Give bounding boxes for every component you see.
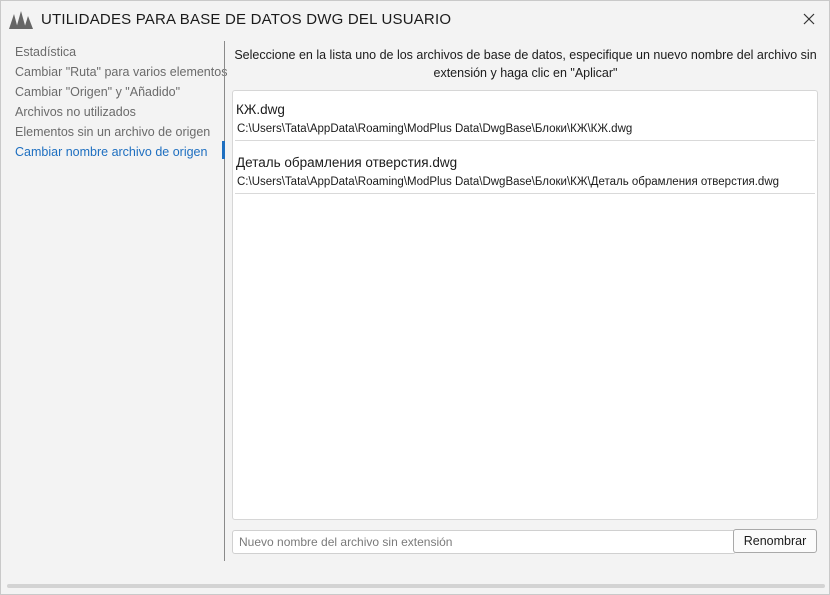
- new-name-input[interactable]: [232, 530, 736, 554]
- window-title: UTILIDADES PARA BASE DE DATOS DWG DEL US…: [41, 11, 452, 28]
- close-button[interactable]: [799, 9, 819, 29]
- modplus-logo-icon: [9, 10, 33, 29]
- row-separator: [235, 193, 815, 194]
- nav-item-elementos-sin-origen[interactable]: Elementos sin un archivo de origen: [15, 125, 210, 139]
- instructions-text: Seleccione en la lista uno de los archiv…: [234, 48, 817, 80]
- close-icon: [803, 13, 815, 25]
- dialog-window: UTILIDADES PARA BASE DE DATOS DWG DEL US…: [0, 0, 830, 595]
- title-bar: UTILIDADES PARA BASE DE DATOS DWG DEL US…: [1, 1, 829, 37]
- nav-active-indicator: [222, 141, 225, 159]
- row-separator: [235, 140, 815, 141]
- file-list[interactable]: КЖ.dwg C:\Users\Tata\AppData\Roaming\Mod…: [232, 90, 818, 520]
- nav-item-cambiar-origen[interactable]: Cambiar "Origen" y "Añadido": [15, 85, 180, 99]
- file-list-item[interactable]: КЖ.dwg C:\Users\Tata\AppData\Roaming\Mod…: [233, 91, 817, 141]
- file-name: КЖ.dwg: [236, 102, 285, 117]
- rename-button[interactable]: Renombrar: [733, 529, 817, 553]
- nav-divider: [224, 41, 225, 561]
- progress-bar: [7, 584, 825, 588]
- file-path: C:\Users\Tata\AppData\Roaming\ModPlus Da…: [237, 176, 780, 188]
- file-list-item[interactable]: Деталь обрамления отверстия.dwg C:\Users…: [233, 144, 817, 194]
- nav-item-cambiar-nombre[interactable]: Cambiar nombre archivo de origen: [15, 145, 207, 159]
- nav-item-estadistica[interactable]: Estadística: [15, 45, 76, 59]
- file-path: C:\Users\Tata\AppData\Roaming\ModPlus Da…: [237, 123, 633, 135]
- sidebar-nav: Estadística Cambiar "Ruta" para varios e…: [1, 41, 227, 561]
- nav-item-cambiar-ruta[interactable]: Cambiar "Ruta" para varios elementos: [15, 65, 227, 79]
- nav-item-archivos-no-utilizados[interactable]: Archivos no utilizados: [15, 105, 136, 119]
- file-name: Деталь обрамления отверстия.dwg: [236, 155, 458, 170]
